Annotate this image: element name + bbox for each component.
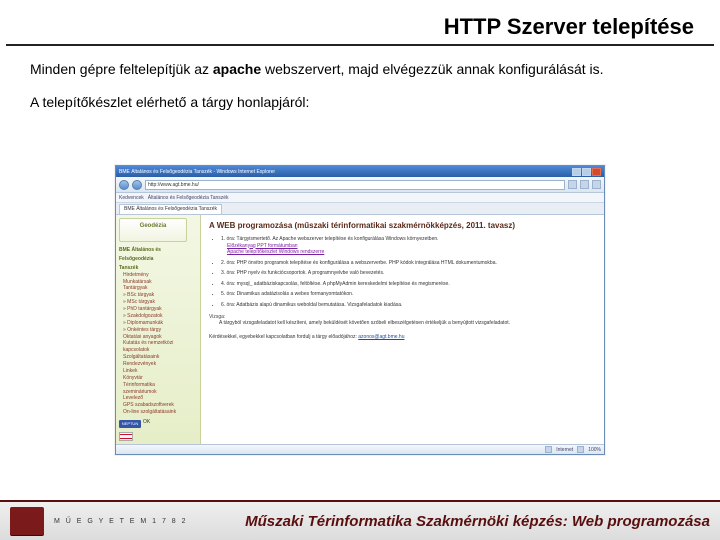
sidebar-item[interactable]: Térinformatika: [119, 382, 197, 388]
globe-icon: [545, 446, 552, 453]
sidebar-subitem[interactable]: » MSc tárgyak: [119, 299, 197, 305]
sidebar-item[interactable]: Levelező: [119, 395, 197, 401]
site-sidebar: Geodézia BME Általános és Felsőgeodézia …: [116, 215, 201, 444]
list-item: 4. óra: mysql_ adatbáziskapcsolás, feltö…: [221, 281, 596, 288]
sidebar-subitem[interactable]: » BSc tárgyak: [119, 292, 197, 298]
sidebar-heading-2: Felsőgeodézia: [119, 256, 197, 262]
sidebar-item[interactable]: On-line szolgáltatásaink: [119, 409, 197, 415]
zoom-level: 100%: [588, 447, 601, 453]
sidebar-item[interactable]: szemináriumok: [119, 389, 197, 395]
paragraph-2: A telepítőkészlet elérhető a tárgy honla…: [30, 93, 690, 112]
tab-active[interactable]: BME Általános és Felsőgeodézia Tanszék: [119, 204, 222, 214]
sidebar-subitem[interactable]: » Önkéntes tárgy: [119, 327, 197, 333]
sidebar-item[interactable]: Linkek: [119, 368, 197, 374]
slide-title: HTTP Szerver telepítése: [6, 14, 714, 46]
home-icon[interactable]: [580, 180, 589, 189]
zoom-icon[interactable]: [577, 446, 584, 453]
browser-window: BME Általános és Felsőgeodézia Tanszék -…: [115, 165, 605, 455]
favorites-bar: Kedvencek Általános és Felsőgeodézia Tan…: [116, 193, 604, 203]
maximize-button[interactable]: [582, 168, 591, 176]
tab-strip: BME Általános és Felsőgeodézia Tanszék: [116, 203, 604, 215]
university-name: M Ű E G Y E T E M 1 7 8 2: [54, 518, 188, 525]
favorites-label[interactable]: Kedvencek: [119, 195, 144, 201]
zone-label: Internet: [556, 447, 573, 453]
browser-viewport: Geodézia BME Általános és Felsőgeodézia …: [116, 215, 604, 444]
sidebar-item[interactable]: kapcsolatok: [119, 347, 197, 353]
list-item: 3. óra: PHP nyelv és funkciócsoportok. A…: [221, 270, 596, 277]
refresh-icon[interactable]: [568, 180, 577, 189]
page-heading: A WEB programozása (műszaki térinformati…: [209, 221, 596, 230]
sidebar-item[interactable]: Könyvtár: [119, 375, 197, 381]
slide-footer: M Ű E G Y E T E M 1 7 8 2 Műszaki Térinf…: [0, 500, 720, 540]
course-title: Műszaki Térinformatika Szakmérnöki képzé…: [245, 513, 710, 530]
status-bar: Internet 100%: [116, 444, 604, 454]
search-icon[interactable]: [592, 180, 601, 189]
sidebar-item[interactable]: Oktatási anyagok: [119, 334, 197, 340]
university-crest-icon: [10, 507, 44, 535]
sidebar-item[interactable]: Rendezvények: [119, 361, 197, 367]
sidebar-subitem[interactable]: » Szakdolgozatok: [119, 313, 197, 319]
close-button[interactable]: [592, 168, 601, 176]
ok-label: OK: [143, 419, 150, 425]
address-bar[interactable]: http://www.agt.bme.hu/: [145, 180, 565, 190]
sidebar-item[interactable]: Munkatársak: [119, 279, 197, 285]
paragraph-1: Minden gépre feltelepítjük az apache web…: [30, 60, 690, 79]
list-item: 5. óra: Dinamikus adatázisolás a webes f…: [221, 291, 596, 298]
sidebar-heading: BME Általános és: [119, 247, 197, 253]
page-content: A WEB programozása (műszaki térinformati…: [201, 215, 604, 444]
window-title-text: BME Általános és Felsőgeodézia Tanszék -…: [119, 169, 571, 175]
neptun-badge[interactable]: NEPTUN: [119, 420, 141, 428]
browser-toolbar: http://www.agt.bme.hu/: [116, 177, 604, 193]
sidebar-item[interactable]: Kutatás és nemzetközi: [119, 340, 197, 346]
sidebar-item[interactable]: Szolgáltatásaink: [119, 354, 197, 360]
exam-section: Vizsga: A tárgyból vizsgafeladatot kell …: [209, 314, 596, 326]
back-button[interactable]: [119, 180, 129, 190]
sidebar-item[interactable]: Tantárgyak: [119, 285, 197, 291]
flag-icon[interactable]: [119, 432, 133, 441]
sidebar-item[interactable]: Hirdetmény: [119, 272, 197, 278]
list-item: 6. óra: Adatbázis alapú dinamikus webold…: [221, 302, 596, 309]
window-titlebar: BME Általános és Felsőgeodézia Tanszék -…: [116, 166, 604, 177]
list-item: 1. óra: Tárgyismertető. Az Apache websze…: [221, 236, 596, 256]
download-link[interactable]: Apache telepítőkészlet Windows rendszerr…: [227, 249, 596, 256]
sidebar-item[interactable]: GPS szabadszoftverek: [119, 402, 197, 408]
site-logo[interactable]: Geodézia: [119, 218, 187, 242]
contact-line: Kérdésekkel, egyebekkel kapcsolatban for…: [209, 334, 596, 340]
sidebar-subitem[interactable]: » PhD tantárgyak: [119, 306, 197, 312]
lecture-list: 1. óra: Tárgyismertető. Az Apache websze…: [221, 236, 596, 308]
email-link[interactable]: azonos@agt.bme.hu: [358, 334, 404, 340]
sidebar-subitem[interactable]: » Diplomamunkák: [119, 320, 197, 326]
favorites-link[interactable]: Általános és Felsőgeodézia Tanszék: [148, 195, 229, 201]
slide-body: Minden gépre feltelepítjük az apache web…: [30, 60, 690, 126]
sidebar-heading-3: Tanszék: [119, 265, 197, 271]
exam-detail: A tárgyból vizsgafeladatot kell készíten…: [219, 320, 596, 326]
forward-button[interactable]: [132, 180, 142, 190]
minimize-button[interactable]: [572, 168, 581, 176]
list-item: 2. óra: PHP önvitro programok telepítése…: [221, 260, 596, 267]
